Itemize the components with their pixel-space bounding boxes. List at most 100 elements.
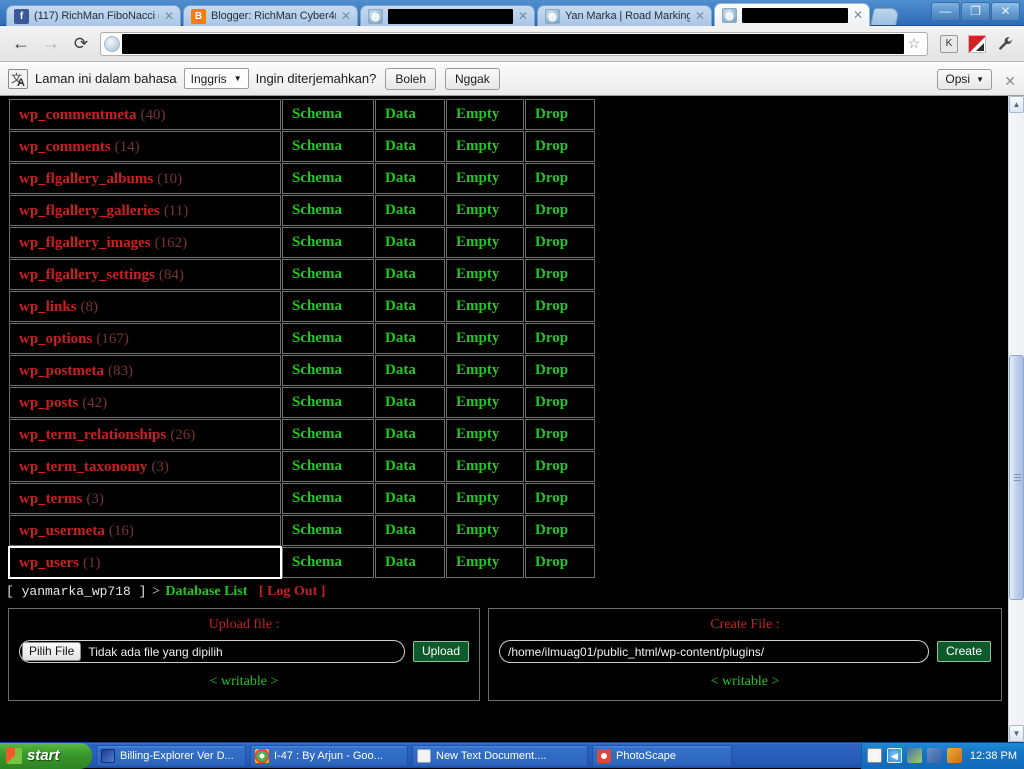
table-name-link[interactable]: wp_commentmeta <box>19 107 136 123</box>
action-drop-link[interactable]: Drop <box>525 323 595 354</box>
action-schema-link[interactable]: Schema <box>282 547 374 578</box>
table-name-link[interactable]: wp_usermeta <box>19 523 105 539</box>
scroll-up-icon[interactable]: ▲ <box>1009 96 1024 113</box>
action-drop-link[interactable]: Drop <box>525 259 595 290</box>
url-text-redacted[interactable] <box>122 34 904 54</box>
action-drop-link[interactable]: Drop <box>525 227 595 258</box>
action-empty-link[interactable]: Empty <box>446 291 524 322</box>
action-drop-link[interactable]: Drop <box>525 451 595 482</box>
action-data-link[interactable]: Data <box>375 291 445 322</box>
action-empty-link[interactable]: Empty <box>446 387 524 418</box>
action-empty-link[interactable]: Empty <box>446 419 524 450</box>
action-drop-link[interactable]: Drop <box>525 195 595 226</box>
table-name-cell[interactable]: wp_term_relationships(26) <box>9 419 281 450</box>
table-name-cell[interactable]: wp_postmeta(83) <box>9 355 281 386</box>
taskbar-item-notepad[interactable]: New Text Document.... <box>412 745 588 767</box>
action-schema-link[interactable]: Schema <box>282 387 374 418</box>
action-schema-link[interactable]: Schema <box>282 259 374 290</box>
taskbar-item-billing[interactable]: Billing-Explorer Ver D... <box>96 745 246 767</box>
table-name-link[interactable]: wp_comments <box>19 139 111 155</box>
action-drop-link[interactable]: Drop <box>525 387 595 418</box>
table-name-link[interactable]: wp_postmeta <box>19 363 104 379</box>
action-data-link[interactable]: Data <box>375 515 445 546</box>
table-name-link[interactable]: wp_flgallery_galleries <box>19 203 160 219</box>
action-data-link[interactable]: Data <box>375 547 445 578</box>
action-data-link[interactable]: Data <box>375 419 445 450</box>
help-icon[interactable]: ? <box>867 748 882 763</box>
network-icon[interactable] <box>907 748 922 763</box>
database-list-link[interactable]: Database List <box>165 584 247 599</box>
action-empty-link[interactable]: Empty <box>446 547 524 578</box>
security-icon[interactable] <box>947 748 962 763</box>
action-drop-link[interactable]: Drop <box>525 483 595 514</box>
table-name-link[interactable]: wp_options <box>19 331 92 347</box>
table-name-link[interactable]: wp_flgallery_albums <box>19 171 153 187</box>
close-window-button[interactable]: ✕ <box>991 2 1020 21</box>
action-empty-link[interactable]: Empty <box>446 355 524 386</box>
table-name-link[interactable]: wp_terms <box>19 491 82 507</box>
table-name-cell[interactable]: wp_commentmeta(40) <box>9 99 281 130</box>
action-empty-link[interactable]: Empty <box>446 163 524 194</box>
create-button[interactable]: Create <box>937 641 991 662</box>
action-empty-link[interactable]: Empty <box>446 515 524 546</box>
action-schema-link[interactable]: Schema <box>282 163 374 194</box>
table-name-cell[interactable]: wp_usermeta(16) <box>9 515 281 546</box>
action-schema-link[interactable]: Schema <box>282 195 374 226</box>
close-icon[interactable]: ✕ <box>693 9 707 23</box>
action-drop-link[interactable]: Drop <box>525 355 595 386</box>
action-empty-link[interactable]: Empty <box>446 259 524 290</box>
back-icon[interactable]: ← <box>6 30 36 58</box>
logout-link[interactable]: [ Log Out ] <box>259 584 326 599</box>
start-button[interactable]: start <box>0 743 92 769</box>
action-drop-link[interactable]: Drop <box>525 419 595 450</box>
table-name-link[interactable]: wp_term_taxonomy <box>19 459 147 475</box>
action-data-link[interactable]: Data <box>375 99 445 130</box>
action-empty-link[interactable]: Empty <box>446 451 524 482</box>
action-empty-link[interactable]: Empty <box>446 323 524 354</box>
table-name-cell[interactable]: wp_comments(14) <box>9 131 281 162</box>
reload-icon[interactable]: ⟳ <box>66 30 96 58</box>
action-empty-link[interactable]: Empty <box>446 195 524 226</box>
close-icon[interactable]: ✕ <box>339 9 353 23</box>
translate-decline-button[interactable]: Nggak <box>445 68 500 90</box>
create-path-input[interactable]: /home/ilmuag01/public_html/wp-content/pl… <box>499 640 929 663</box>
bookmark-star-icon[interactable]: ☆ <box>904 35 924 52</box>
action-drop-link[interactable]: Drop <box>525 515 595 546</box>
action-data-link[interactable]: Data <box>375 259 445 290</box>
action-data-link[interactable]: Data <box>375 483 445 514</box>
browser-tab-5-active[interactable]: ◍ ✕ <box>714 3 870 26</box>
browser-tab-2[interactable]: B Blogger: RichMan Cyber4r ✕ <box>183 5 358 26</box>
table-name-cell[interactable]: wp_flgallery_galleries(11) <box>9 195 281 226</box>
translate-options-button[interactable]: Opsi ▼ <box>937 69 992 90</box>
action-empty-link[interactable]: Empty <box>446 131 524 162</box>
action-schema-link[interactable]: Schema <box>282 99 374 130</box>
action-empty-link[interactable]: Empty <box>446 483 524 514</box>
new-tab-button[interactable] <box>870 8 900 25</box>
table-name-cell[interactable]: wp_flgallery_settings(84) <box>9 259 281 290</box>
action-drop-link[interactable]: Drop <box>525 163 595 194</box>
table-name-link[interactable]: wp_term_relationships <box>19 427 166 443</box>
table-name-link[interactable]: wp_links <box>19 299 77 315</box>
table-name-cell[interactable]: wp_flgallery_albums(10) <box>9 163 281 194</box>
action-empty-link[interactable]: Empty <box>446 227 524 258</box>
taskbar-item-photoscape[interactable]: PhotoScape <box>592 745 732 767</box>
scroll-down-icon[interactable]: ▼ <box>1009 725 1024 742</box>
action-drop-link[interactable]: Drop <box>525 99 595 130</box>
browser-tab-3[interactable]: ◍ ✕ <box>360 5 535 26</box>
close-icon[interactable]: ✕ <box>162 9 176 23</box>
action-schema-link[interactable]: Schema <box>282 227 374 258</box>
action-schema-link[interactable]: Schema <box>282 483 374 514</box>
infobar-close-icon[interactable]: ✕ <box>1004 73 1016 90</box>
maximize-button[interactable]: ❐ <box>961 2 990 21</box>
taskbar-clock[interactable]: 12:38 PM <box>970 750 1017 762</box>
upload-button[interactable]: Upload <box>413 641 469 662</box>
browser-tab-1[interactable]: f (117) RichMan FiboNacci ( ✕ <box>6 5 181 26</box>
action-empty-link[interactable]: Empty <box>446 99 524 130</box>
action-data-link[interactable]: Data <box>375 355 445 386</box>
network2-icon[interactable] <box>927 748 942 763</box>
action-data-link[interactable]: Data <box>375 131 445 162</box>
translate-accept-button[interactable]: Boleh <box>385 68 436 90</box>
wrench-menu-icon[interactable] <box>992 31 1018 57</box>
close-icon[interactable]: ✕ <box>851 8 865 22</box>
show-hidden-icons-icon[interactable]: ◀ <box>887 748 902 763</box>
